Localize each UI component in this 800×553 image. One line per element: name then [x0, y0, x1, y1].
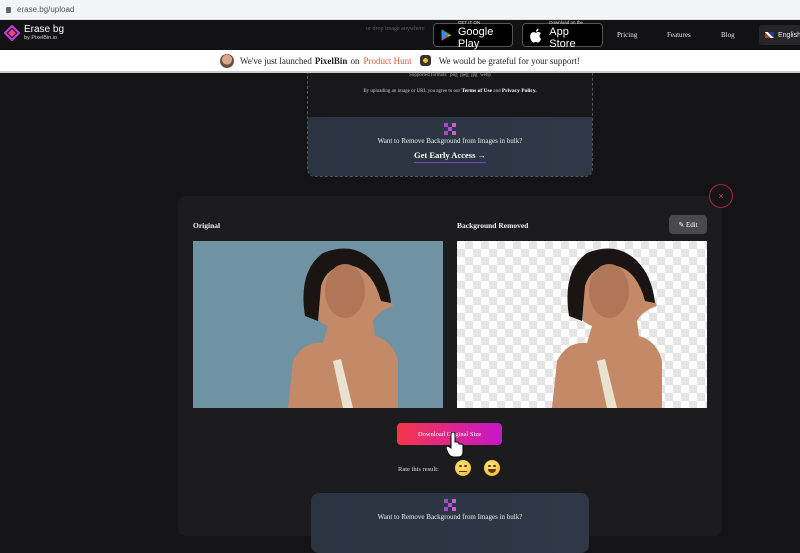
original-label: Original [193, 221, 221, 230]
nav-link-blog[interactable]: Blog [721, 31, 735, 39]
terms-of-use-link[interactable]: Terms of Use [461, 88, 492, 94]
edit-button[interactable]: ✎ Edit [669, 215, 707, 234]
pixelbin-icon [444, 123, 456, 135]
google-play-button[interactable]: GET IT ON Google Play [433, 20, 513, 50]
drop-hint-text: or drop image anywhere [366, 26, 425, 32]
product-hunt-link[interactable]: Product Hunt [363, 56, 411, 66]
terms-notice: By uploading an image or URL you agree t… [363, 88, 537, 94]
language-selector[interactable]: English [759, 25, 800, 45]
get-early-access-link[interactable]: Get Early Access → [414, 150, 486, 163]
background-removed-label: Background Removed [457, 221, 529, 230]
logo[interactable]: Erase bg by PixelBin.io [3, 24, 65, 42]
logo-title: Erase bg [24, 24, 65, 35]
announcement-banner: We've just launched PixelBin on Product … [0, 50, 800, 73]
avatar-icon [220, 53, 235, 68]
product-hunt-cat-icon [419, 55, 431, 66]
url-text[interactable]: erase.bg/upload [17, 5, 74, 14]
rate-happy-emoji-button[interactable] [484, 460, 500, 476]
app-store-button[interactable]: Download on the App Store [522, 20, 603, 50]
background-removed-image [457, 241, 707, 408]
browser-address-bar[interactable]: erase.bg/upload [0, 0, 800, 20]
bulk-promo-panel: Want to Remove Background from Images in… [308, 117, 592, 176]
lock-icon [6, 6, 11, 13]
apple-icon [530, 28, 542, 43]
bulk-promo-panel-bottom: Want to Remove Background from Images in… [311, 493, 589, 553]
uk-flag-icon [765, 32, 774, 38]
upload-dropzone[interactable]: Supported formats: png jpeg jpg webp By … [307, 73, 593, 177]
google-play-icon [441, 29, 452, 41]
top-nav: Erase bg by PixelBin.io or drop image an… [0, 20, 800, 50]
logo-subtitle: by PixelBin.io [24, 35, 58, 41]
nav-link-features[interactable]: Features [667, 31, 691, 39]
supported-formats: Supported formats: png jpeg jpg webp [409, 73, 491, 78]
pixelbin-icon [444, 499, 456, 511]
close-button[interactable]: × [709, 184, 733, 208]
nav-link-pricing[interactable]: Pricing [617, 31, 637, 39]
hand-cursor-icon [446, 432, 464, 458]
erase-bg-logo-icon [3, 24, 21, 42]
privacy-policy-link[interactable]: Privacy Policy. [502, 88, 537, 94]
rate-result-label: Rate this result: [398, 466, 439, 473]
original-image [193, 241, 443, 408]
rate-meh-emoji-button[interactable] [455, 460, 471, 476]
